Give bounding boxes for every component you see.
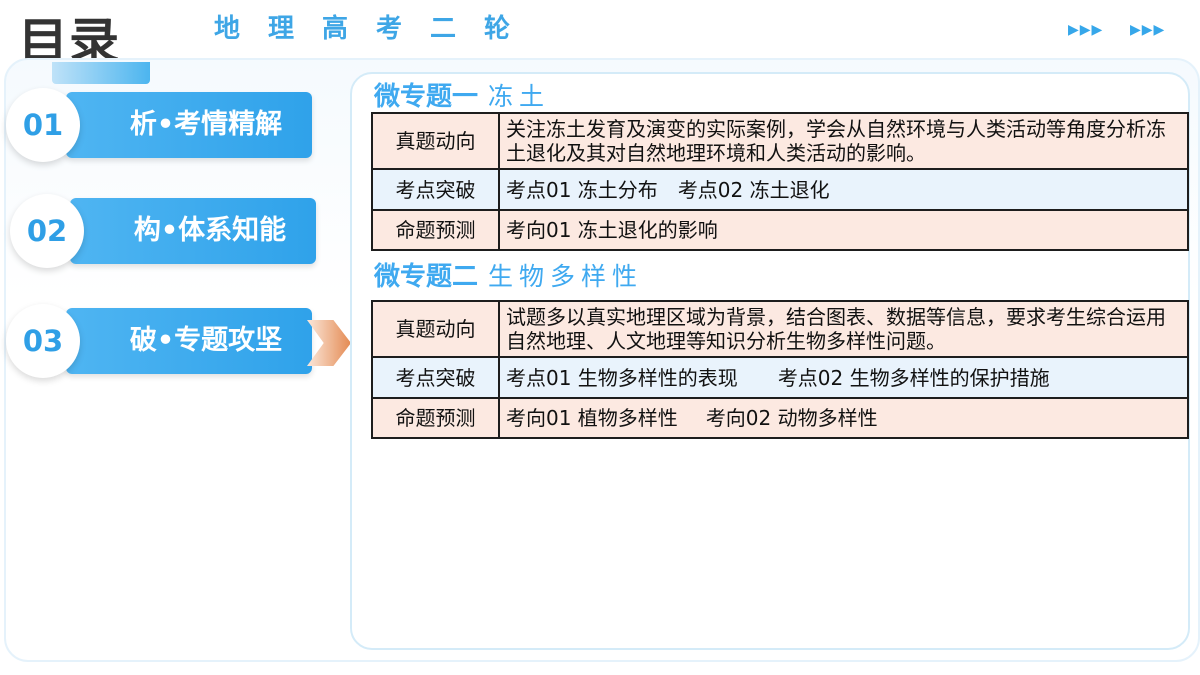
row-value: 试题多以真实地理区域为背景，结合图表、数据等信息，要求考生综合运用自然地理、人文… <box>498 300 1189 358</box>
table-row: 考点突破 考点01 生物多样性的表现 考点02 生物多样性的保护措施 <box>371 356 1189 399</box>
section-name: 生物多样性 <box>488 262 644 291</box>
nav-pill: 破•专题攻坚 <box>66 308 312 374</box>
row-label: 考点突破 <box>371 356 500 399</box>
nav-pill: 构•体系知能 <box>70 198 316 264</box>
nav-item-label: 构•体系知能 <box>133 215 287 246</box>
row-part: 考点01 生物多样性的表现 <box>506 365 738 390</box>
row-value: 考向01 植物多样性 考向02 动物多样性 <box>498 397 1189 439</box>
section-heading: 微专题一 冻土 <box>374 76 550 113</box>
row-value: 考向01 冻土退化的影响 <box>498 209 1189 251</box>
row-part: 考向02 动物多样性 <box>705 406 878 430</box>
nav-item-framework[interactable]: 构•体系知能 02 <box>10 194 316 268</box>
table-row: 命题预测 考向01 冻土退化的影响 <box>371 209 1189 251</box>
nav-item-analysis[interactable]: 析•考情精解 01 <box>6 88 312 162</box>
nav-pill: 析•考情精解 <box>66 92 312 158</box>
arrow-decoration-icon: ▶▶▶ <box>1130 22 1166 38</box>
accent-bar <box>52 62 150 84</box>
section-heading: 微专题二 生物多样性 <box>374 256 643 293</box>
row-part: 考点02 生物多样性的保护措施 <box>777 365 1050 390</box>
nav-item-number: 01 <box>6 88 80 162</box>
row-value: 关注冻土发育及演变的实际案例，学会从自然环境与人类活动等角度分析冻土退化及其对自… <box>498 112 1189 170</box>
row-label: 真题动向 <box>371 112 500 170</box>
row-value: 考点01 生物多样性的表现 考点02 生物多样性的保护措施 <box>498 356 1189 399</box>
section-topic: 微专题二 <box>374 262 479 292</box>
section-topic: 微专题一 <box>374 82 479 112</box>
row-label: 命题预测 <box>371 397 500 439</box>
nav-item-topics[interactable]: 破•专题攻坚 03 <box>6 304 312 378</box>
table-row: 考点突破 考点01 冻土分布 考点02 冻土退化 <box>371 168 1189 211</box>
table-row: 命题预测 考向01 植物多样性 考向02 动物多样性 <box>371 397 1189 439</box>
row-part: 考点01 冻土分布 <box>506 177 658 202</box>
row-part: 考向01 植物多样性 <box>506 406 678 430</box>
row-part: 考点02 冻土退化 <box>677 177 830 202</box>
row-label: 考点突破 <box>371 168 500 211</box>
section-table: 真题动向 关注冻土发育及演变的实际案例，学会从自然环境与人类活动等角度分析冻土退… <box>371 112 1189 251</box>
section-table: 真题动向 试题多以真实地理区域为背景，结合图表、数据等信息，要求考生综合运用自然… <box>371 300 1189 439</box>
nav-item-label: 析•考情精解 <box>129 109 283 140</box>
arrow-decoration-icon: ▶▶▶ <box>1068 22 1104 38</box>
row-label: 真题动向 <box>371 300 500 358</box>
table-row: 真题动向 试题多以真实地理区域为背景，结合图表、数据等信息，要求考生综合运用自然… <box>371 300 1189 358</box>
nav-item-number: 02 <box>10 194 84 268</box>
nav-item-label: 破•专题攻坚 <box>129 325 283 356</box>
row-value: 考点01 冻土分布 考点02 冻土退化 <box>498 168 1189 211</box>
table-row: 真题动向 关注冻土发育及演变的实际案例，学会从自然环境与人类活动等角度分析冻土退… <box>371 112 1189 170</box>
course-subtitle: 地理高考二轮 <box>214 14 539 44</box>
row-label: 命题预测 <box>371 209 500 251</box>
section-name: 冻土 <box>488 82 551 111</box>
row-part: 考向01 冻土退化的影响 <box>506 218 718 242</box>
nav-item-number: 03 <box>6 304 80 378</box>
